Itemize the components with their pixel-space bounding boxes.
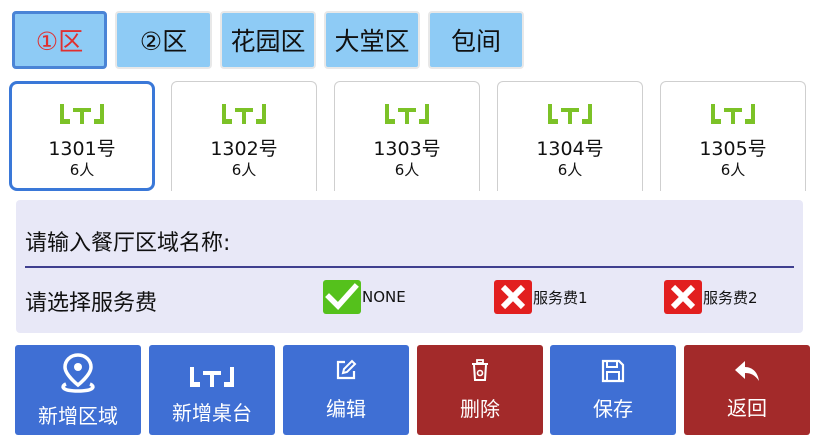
table-card-1304[interactable]: 1304号 6人 [497,81,643,191]
zone-form-panel: 请输入餐厅区域名称: 请选择服务费 NONE 服务费1 服务费2 [16,200,803,333]
save-label: 保存 [593,397,633,421]
table-name: 1304号 [536,138,604,160]
table-card-1305[interactable]: 1305号 6人 [660,81,806,191]
save-icon [601,359,625,383]
edit-button[interactable]: 编辑 [283,345,409,435]
dining-table-icon [711,104,755,124]
checked-box-icon [323,280,361,314]
delete-button[interactable]: 删除 [417,345,543,435]
unchecked-cross-icon [494,280,532,314]
trash-icon [472,359,488,381]
zone-tab-label: 包间 [450,27,501,56]
edit-icon [336,359,357,380]
table-seats: 6人 [557,161,583,179]
dining-table-icon [548,104,592,124]
service-fee-label: 请选择服务费 [25,291,158,316]
edit-label: 编辑 [326,397,366,421]
dining-table-icon [60,104,104,124]
back-label: 返回 [727,396,767,420]
table-card-1301[interactable]: 1301号 6人 [9,81,155,191]
fee-option-label: 服务费2 [703,288,758,307]
add-table-button[interactable]: 新增桌台 [149,345,275,435]
fee-option-label: 服务费1 [533,288,588,307]
dining-table-icon [385,104,429,124]
table-seats: 6人 [231,161,257,179]
table-name: 1301号 [48,138,116,160]
reply-arrow-icon [735,361,759,381]
location-pin-icon [61,353,95,393]
table-seats: 6人 [69,161,95,179]
save-button[interactable]: 保存 [550,345,676,435]
zone-tab-2[interactable]: ②区 [115,11,212,69]
zone-tab-label: 大堂区 [334,27,410,56]
zone-name-underline [25,266,794,268]
fee-option-2[interactable]: 服务费2 [664,280,758,314]
table-seats: 6人 [720,161,746,179]
zone-name-input[interactable] [276,220,794,262]
zone-tab-label: ①区 [35,27,84,56]
fee-option-1[interactable]: 服务费1 [494,280,588,314]
zone-tab-lobby[interactable]: 大堂区 [324,11,420,69]
table-name: 1302号 [210,138,278,160]
table-seats: 6人 [394,161,420,179]
fee-option-none[interactable]: NONE [323,280,406,314]
table-card-1303[interactable]: 1303号 6人 [334,81,480,191]
table-name: 1305号 [699,138,767,160]
zone-tab-label: 花园区 [230,27,306,56]
table-card-1302[interactable]: 1302号 6人 [171,81,317,191]
add-table-label: 新增桌台 [172,401,252,425]
back-button[interactable]: 返回 [684,345,810,435]
zone-tab-1[interactable]: ①区 [12,11,107,69]
fee-option-label: NONE [362,288,406,306]
zone-tab-garden[interactable]: 花园区 [220,11,316,69]
zone-tab-label: ②区 [139,27,188,56]
dining-table-icon [190,367,234,387]
zone-name-label: 请输入餐厅区域名称: [25,231,231,256]
add-zone-label: 新增区域 [38,404,118,428]
delete-label: 删除 [460,397,500,421]
zone-tab-private-room[interactable]: 包间 [428,11,524,69]
dining-table-icon [222,104,266,124]
add-zone-button[interactable]: 新增区域 [15,345,141,435]
unchecked-cross-icon [664,280,702,314]
table-name: 1303号 [373,138,441,160]
